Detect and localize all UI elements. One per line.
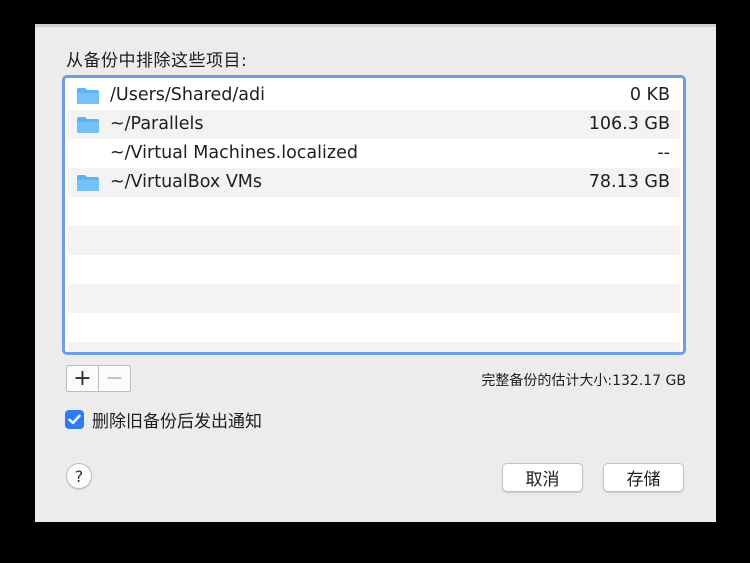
item-size: 78.13 GB <box>588 172 670 192</box>
item-path: ~/VirtualBox VMs <box>110 172 263 192</box>
item-path: ~/Virtual Machines.localized <box>110 143 358 163</box>
folder-icon <box>77 175 99 191</box>
remove-exclusion-button[interactable]: − <box>99 366 130 391</box>
list-item[interactable]: ~/VirtualBox VMs 78.13 GB <box>68 168 680 197</box>
notify-option: 删除旧备份后发出通知 <box>65 407 262 432</box>
item-size: 106.3 GB <box>588 114 670 134</box>
exclusions-rows: /Users/Shared/adi 0 KB ~/Parallels 106.3… <box>68 81 680 352</box>
item-size: -- <box>657 143 670 163</box>
list-item[interactable]: ~/Virtual Machines.localized -- <box>68 139 680 168</box>
item-path: /Users/Shared/adi <box>110 85 265 105</box>
notify-checkbox-label[interactable]: 删除旧备份后发出通知 <box>92 407 262 432</box>
notify-checkbox[interactable] <box>65 409 84 429</box>
list-item[interactable]: ~/Parallels 106.3 GB <box>68 110 680 139</box>
save-button[interactable]: 存储 <box>603 463 684 492</box>
empty-row <box>68 255 680 284</box>
backup-size-estimate: 完整备份的估计大小:132.17 GB <box>481 373 686 389</box>
empty-row <box>68 313 680 342</box>
dialog-heading: 从备份中排除这些项目: <box>66 51 248 71</box>
help-button[interactable]: ? <box>66 463 92 489</box>
item-size: 0 KB <box>629 85 670 105</box>
add-remove-control: + − <box>66 365 131 392</box>
exclusions-dialog: 从备份中排除这些项目: /Users/Shared/adi 0 KB ~/Par… <box>35 24 716 522</box>
empty-row <box>68 226 680 255</box>
add-exclusion-button[interactable]: + <box>67 366 99 391</box>
exclusions-list[interactable]: /Users/Shared/adi 0 KB ~/Parallels 106.3… <box>62 75 686 355</box>
empty-row <box>68 197 680 226</box>
empty-row <box>68 284 680 313</box>
checkmark-icon <box>68 414 81 424</box>
item-path: ~/Parallels <box>110 114 204 134</box>
empty-row <box>68 342 680 352</box>
folder-icon <box>77 117 99 133</box>
cancel-button[interactable]: 取消 <box>502 463 583 492</box>
list-item[interactable]: /Users/Shared/adi 0 KB <box>68 81 680 110</box>
folder-icon <box>77 88 99 104</box>
